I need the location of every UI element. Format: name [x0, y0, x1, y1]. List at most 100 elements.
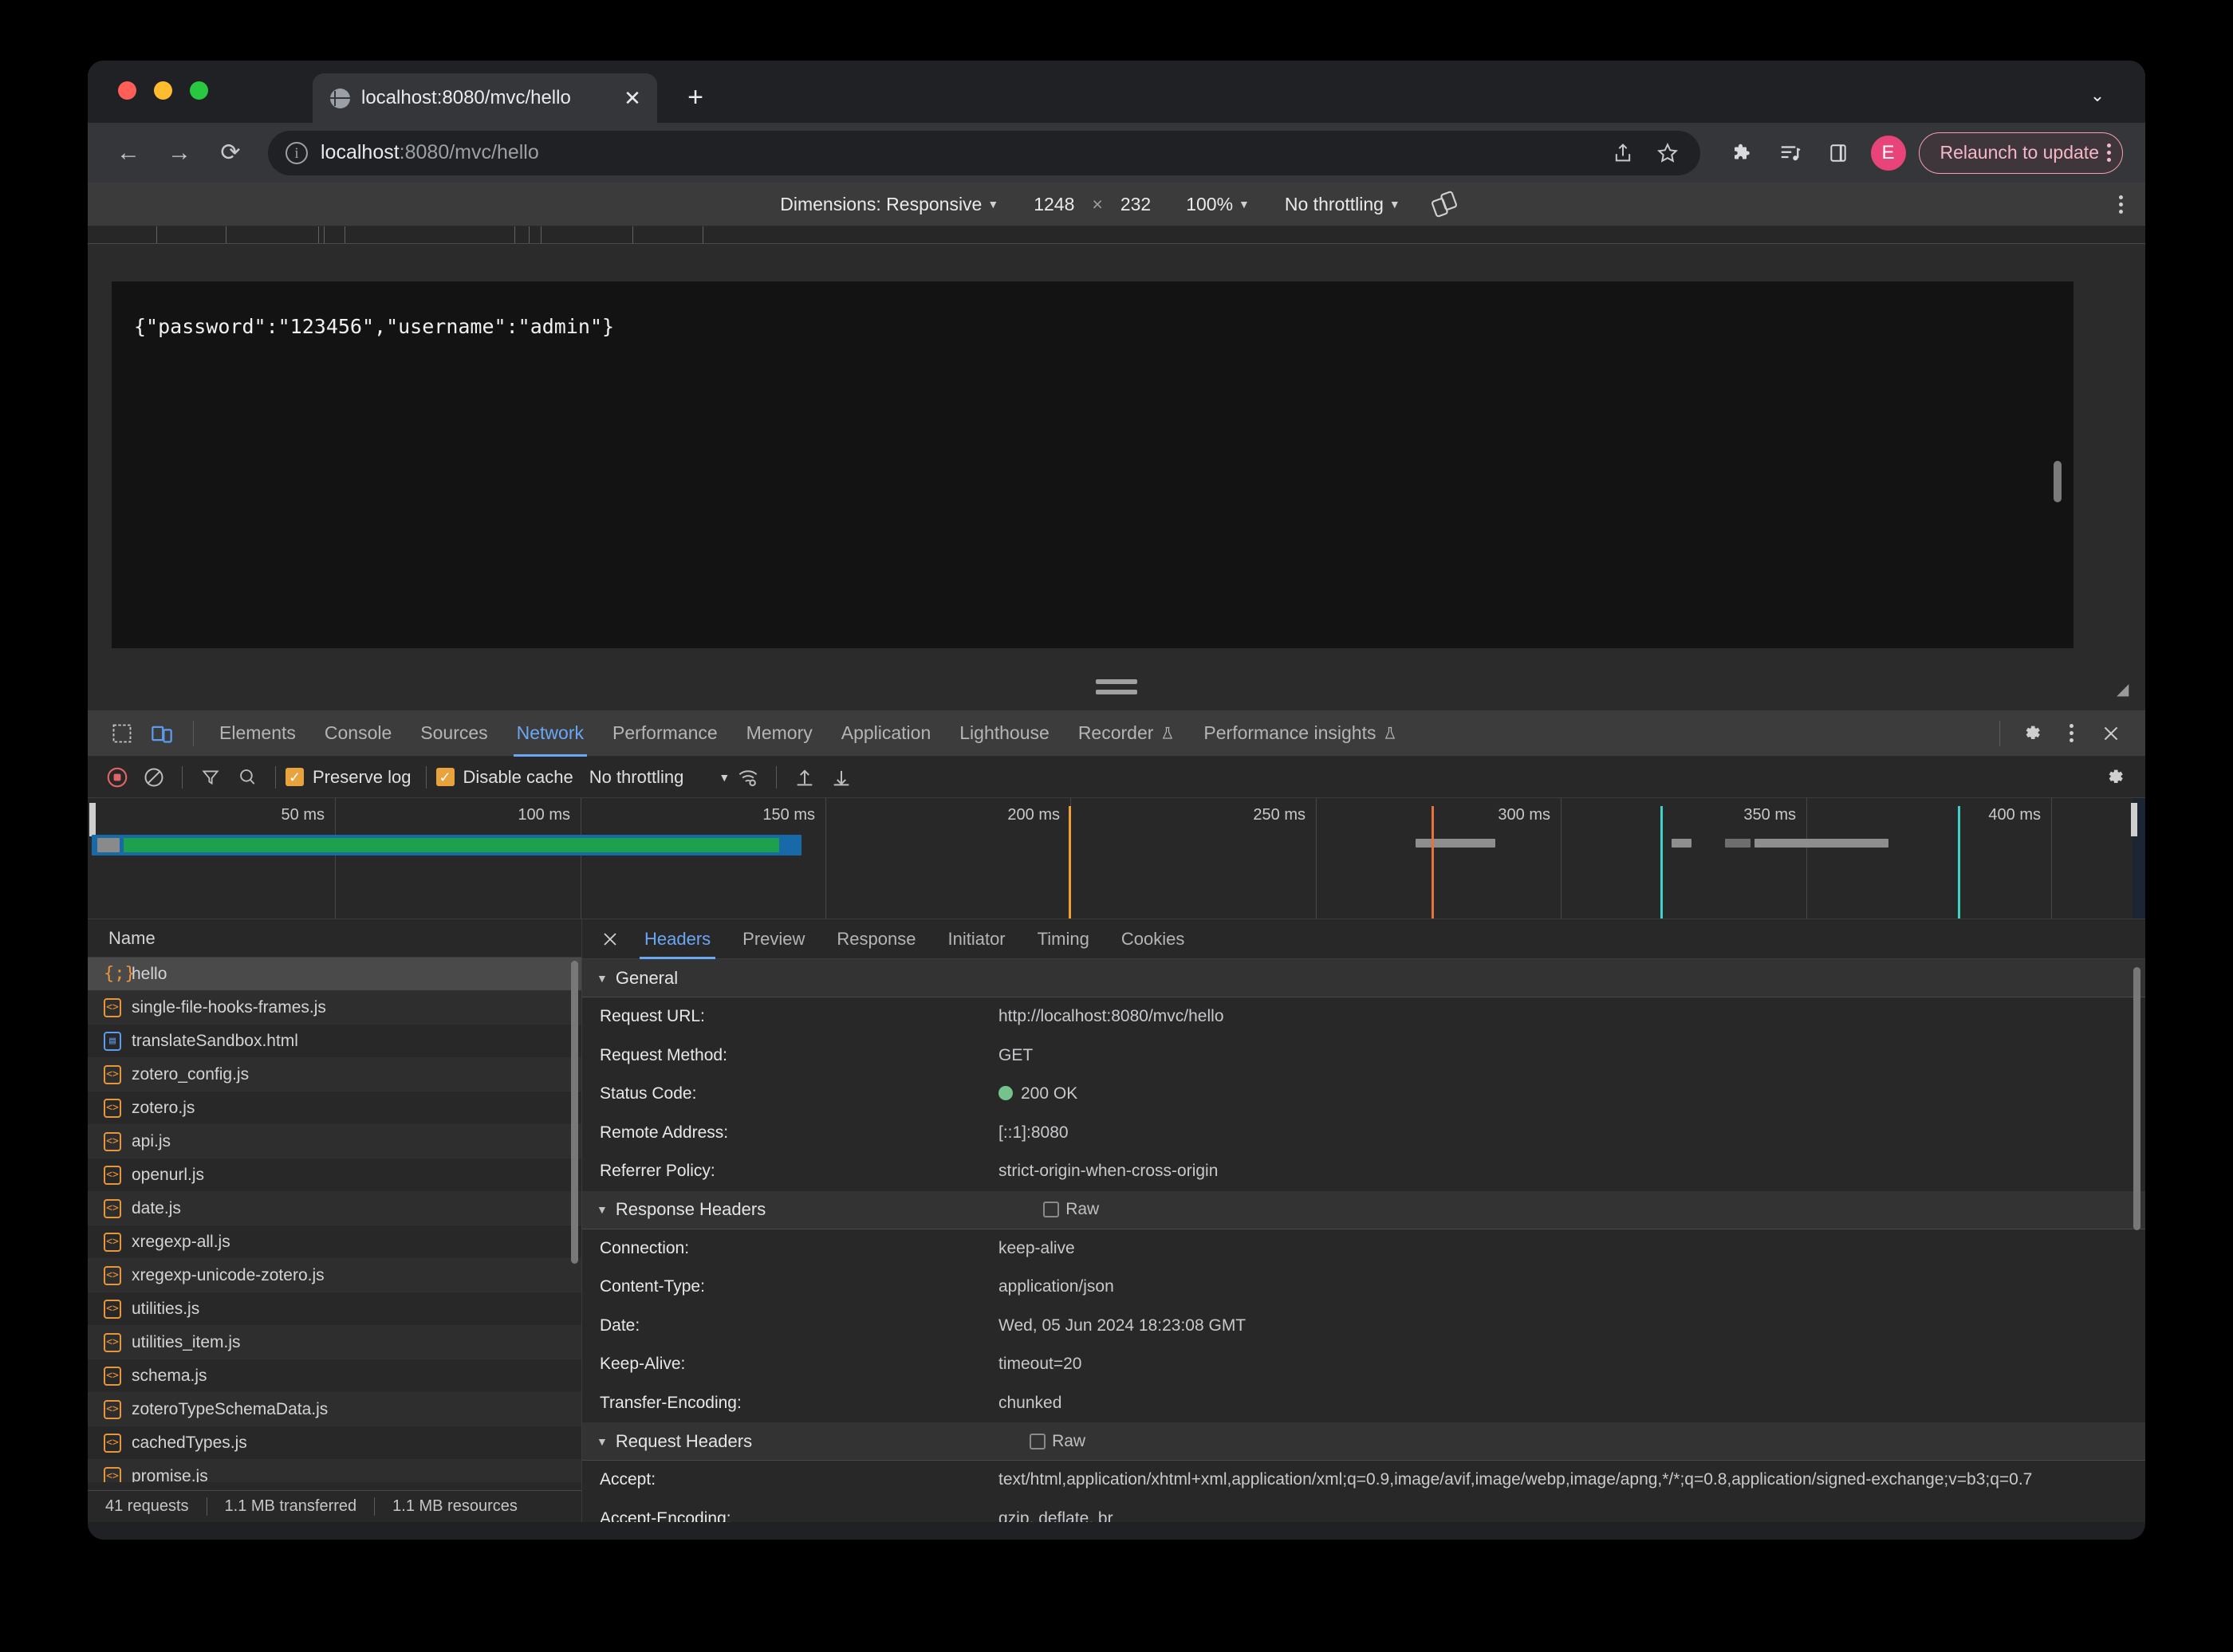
chevron-down-icon[interactable]: ⌄: [2081, 80, 2113, 112]
tab-performance[interactable]: Performance: [598, 710, 732, 757]
page-scrollbar[interactable]: [2054, 461, 2062, 502]
request-row[interactable]: <> xregexp-all.js: [88, 1225, 581, 1259]
tab-performance-insights[interactable]: Performance insights: [1189, 710, 1412, 757]
request-row[interactable]: <> openurl.js: [88, 1158, 581, 1192]
section-title: Request Headers: [615, 1430, 753, 1451]
close-icon[interactable]: [2091, 714, 2131, 753]
request-row[interactable]: <> zotero_config.js: [88, 1058, 581, 1092]
inspect-icon[interactable]: [102, 714, 142, 753]
minimize-window-button[interactable]: [154, 81, 172, 100]
tab-response[interactable]: Response: [821, 919, 931, 959]
request-row[interactable]: <> zotero.js: [88, 1092, 581, 1125]
tab-console[interactable]: Console: [310, 710, 406, 757]
tab-headers[interactable]: Headers: [628, 919, 727, 959]
star-icon[interactable]: [1648, 133, 1688, 173]
raw-checkbox[interactable]: Raw: [1030, 1432, 1085, 1451]
viewport-resize-corner[interactable]: ◢: [2117, 682, 2134, 699]
device-toolbar-icon[interactable]: [142, 714, 182, 753]
raw-label: Raw: [1052, 1431, 1086, 1450]
section-header[interactable]: ▼ Request Headers Raw: [582, 1422, 2145, 1461]
device-toolbar-menu-icon[interactable]: [2119, 195, 2123, 214]
network-conditions-icon[interactable]: [730, 759, 766, 796]
request-row[interactable]: <> promise.js: [88, 1460, 581, 1482]
request-row[interactable]: <> cachedTypes.js: [88, 1426, 581, 1460]
overview-right-handle[interactable]: [2131, 803, 2137, 836]
puzzle-icon[interactable]: [1723, 133, 1762, 173]
maximize-window-button[interactable]: [190, 81, 208, 100]
gear-icon[interactable]: [2096, 759, 2133, 796]
overview-left-handle[interactable]: [89, 803, 96, 836]
page-body-text: {"password":"123456","username":"admin"}: [134, 315, 615, 338]
site-info-icon[interactable]: i: [286, 141, 308, 164]
close-window-button[interactable]: [118, 81, 136, 100]
url-path: :8080/mvc/hello: [399, 141, 539, 163]
viewport-height-input[interactable]: 232: [1103, 194, 1168, 215]
tab-recorder[interactable]: Recorder: [1064, 710, 1190, 757]
tab-initiator[interactable]: Initiator: [931, 919, 1021, 959]
request-row[interactable]: <> schema.js: [88, 1359, 581, 1393]
network-throttling-dropdown[interactable]: No throttling ▼: [578, 767, 730, 788]
request-row[interactable]: <> xregexp-unicode-zotero.js: [88, 1259, 581, 1292]
new-tab-button[interactable]: +: [678, 81, 713, 113]
timeline-tick: 250 ms: [1253, 806, 1306, 824]
raw-checkbox[interactable]: Raw: [1043, 1200, 1099, 1219]
request-row[interactable]: <> api.js: [88, 1125, 581, 1158]
tab-elements[interactable]: Elements: [205, 710, 310, 757]
close-icon[interactable]: ✕: [620, 88, 644, 108]
record-stop-icon[interactable]: [99, 759, 136, 796]
network-overview-timeline[interactable]: 50 ms 100 ms 150 ms 200 ms 250 ms 300 ms…: [88, 798, 2145, 919]
request-row[interactable]: <> single-file-hooks-frames.js: [88, 991, 581, 1025]
close-icon[interactable]: [592, 921, 628, 958]
relaunch-to-update-button[interactable]: Relaunch to update: [1918, 132, 2123, 174]
request-row[interactable]: {;} hello: [88, 958, 581, 991]
tab-cookies[interactable]: Cookies: [1105, 919, 1200, 959]
import-har-icon[interactable]: [786, 759, 823, 796]
chevron-down-icon: ▼: [1239, 198, 1250, 210]
filter-icon[interactable]: [192, 759, 229, 796]
forward-button[interactable]: →: [156, 130, 203, 176]
throttling-dropdown[interactable]: No throttling ▼: [1267, 194, 1418, 215]
section-header[interactable]: ▼ General: [582, 959, 2145, 997]
zoom-dropdown[interactable]: 100% ▼: [1168, 194, 1267, 215]
back-button[interactable]: ←: [105, 130, 152, 176]
tab-label: Performance insights: [1203, 722, 1376, 743]
tab-timing[interactable]: Timing: [1022, 919, 1105, 959]
request-list-scrollbar[interactable]: [571, 961, 578, 1264]
details-scrollbar[interactable]: [2133, 967, 2140, 1230]
tab-preview[interactable]: Preview: [727, 919, 821, 959]
request-row[interactable]: <> zoteroTypeSchemaData.js: [88, 1393, 581, 1426]
media-list-icon[interactable]: [1770, 133, 1810, 173]
address-bar[interactable]: i localhost:8080/mvc/hello: [268, 130, 1700, 175]
clear-icon[interactable]: [136, 759, 172, 796]
export-har-icon[interactable]: [823, 759, 860, 796]
gear-icon[interactable]: [2011, 714, 2051, 753]
preserve-log-checkbox[interactable]: ✓ Preserve log: [286, 767, 416, 788]
viewport-width-input[interactable]: 1248: [1016, 194, 1092, 215]
rotate-icon[interactable]: [1418, 191, 1471, 218]
browser-tab[interactable]: localhost:8080/mvc/hello ✕: [313, 73, 657, 123]
avatar[interactable]: E: [1870, 135, 1906, 171]
request-name: date.js: [132, 1198, 181, 1217]
disable-cache-checkbox[interactable]: ✓ Disable cache: [435, 767, 578, 788]
reload-button[interactable]: ⟳: [207, 130, 254, 176]
viewport-resize-handle[interactable]: [1096, 679, 1137, 694]
tab-memory[interactable]: Memory: [732, 710, 827, 757]
dimensions-dropdown[interactable]: Dimensions: Responsive ▼: [762, 194, 1016, 215]
column-header-name[interactable]: Name: [88, 919, 581, 958]
tab-network[interactable]: Network: [502, 710, 598, 757]
timeline-tick: 200 ms: [1007, 806, 1060, 824]
tab-lighthouse[interactable]: Lighthouse: [945, 710, 1064, 757]
share-icon[interactable]: [1603, 133, 1643, 173]
request-row[interactable]: ▤ translateSandbox.html: [88, 1025, 581, 1058]
tab-sources[interactable]: Sources: [406, 710, 502, 757]
request-row[interactable]: <> date.js: [88, 1192, 581, 1225]
request-row[interactable]: <> utilities_item.js: [88, 1326, 581, 1359]
side-panel-icon[interactable]: [1818, 133, 1858, 173]
search-icon[interactable]: [229, 759, 266, 796]
request-row[interactable]: <> utilities.js: [88, 1292, 581, 1326]
header-value: 200 OK: [998, 1081, 2145, 1107]
tab-application[interactable]: Application: [827, 710, 946, 757]
kebab-icon[interactable]: [2107, 144, 2111, 162]
kebab-icon[interactable]: [2051, 714, 2091, 753]
section-header[interactable]: ▼ Response Headers Raw: [582, 1190, 2145, 1229]
